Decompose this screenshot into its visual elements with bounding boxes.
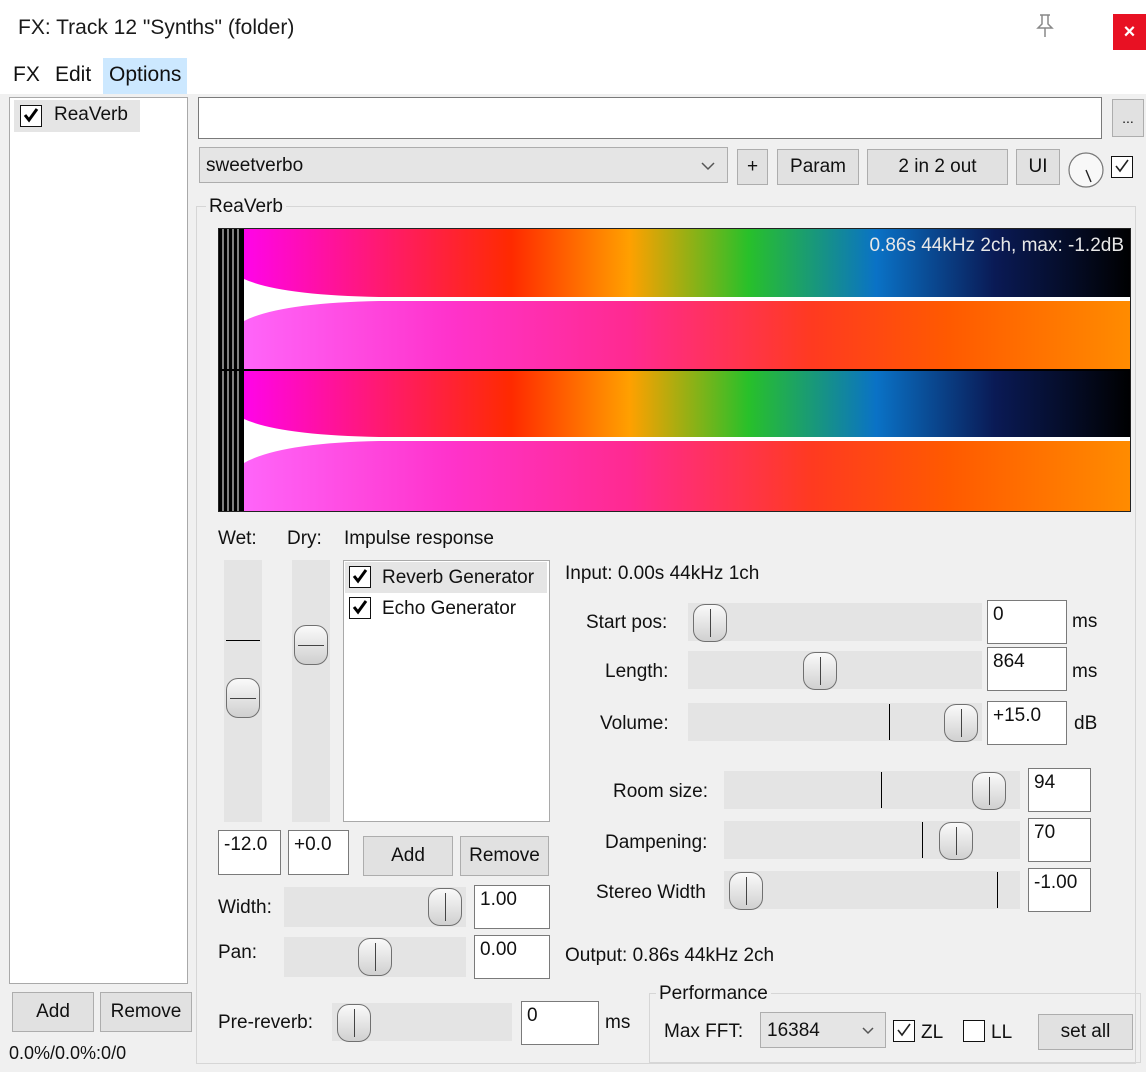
zl-label: ZL	[921, 1022, 944, 1043]
length-slider-thumb[interactable]	[803, 652, 837, 690]
channel-divider	[219, 369, 1130, 371]
checkmark-icon	[23, 108, 39, 123]
start-pos-slider-thumb[interactable]	[693, 604, 727, 642]
io-routing-button[interactable]: 2 in 2 out	[867, 149, 1008, 185]
chevron-down-icon	[861, 1023, 875, 1041]
start-pos-value-field[interactable]: 0	[987, 600, 1067, 644]
reverb-generator-checkbox[interactable]	[349, 566, 371, 588]
pan-slider-thumb[interactable]	[358, 938, 392, 976]
ll-checkbox[interactable]	[963, 1020, 985, 1042]
width-slider-thumb[interactable]	[428, 888, 462, 926]
start-pos-slider[interactable]	[688, 603, 982, 641]
add-preset-button[interactable]: +	[737, 149, 768, 185]
length-label: Length:	[605, 661, 669, 682]
window-title: FX: Track 12 "Synths" (folder)	[18, 16, 295, 39]
stereo-width-slider-tick	[997, 872, 998, 908]
length-value-field[interactable]: 864	[987, 647, 1067, 691]
plugin-name: ReaVerb	[206, 196, 286, 218]
menu-edit[interactable]: Edit	[49, 58, 97, 94]
width-label: Width:	[218, 897, 272, 918]
room-size-slider-thumb[interactable]	[972, 772, 1006, 810]
fx-chain-list[interactable]	[9, 97, 188, 984]
ir-info: 0.86s 44kHz 2ch, max: -1.2dB	[869, 235, 1124, 256]
volume-slider[interactable]	[688, 703, 982, 741]
knob-icon	[1068, 152, 1104, 188]
stereo-width-slider[interactable]	[724, 871, 1020, 909]
dry-label: Dry:	[287, 528, 322, 549]
dampening-value-field[interactable]: 70	[1028, 818, 1091, 862]
room-size-label: Room size:	[613, 781, 709, 802]
input-info: Input: 0.00s 44kHz 1ch	[565, 563, 760, 584]
ir-add-button[interactable]: Add	[363, 836, 453, 876]
fx-remove-button[interactable]: Remove	[100, 992, 192, 1032]
dry-value-field[interactable]: +0.0	[288, 830, 349, 875]
dampening-slider[interactable]	[724, 821, 1020, 859]
menu-options[interactable]: Options	[103, 58, 188, 94]
wet-knob[interactable]	[1066, 150, 1106, 190]
echo-generator-checkbox[interactable]	[349, 597, 371, 619]
fx-enable-checkbox[interactable]	[20, 105, 42, 127]
chevron-down-icon	[700, 158, 716, 176]
room-size-value-field[interactable]: 94	[1028, 768, 1091, 812]
volume-unit: dB	[1074, 713, 1098, 734]
wet-value-field[interactable]: -12.0	[218, 830, 281, 875]
volume-label: Volume:	[600, 713, 669, 734]
impulse-label: Impulse response	[344, 528, 494, 549]
zl-checkbox[interactable]	[893, 1020, 915, 1042]
wet-label: Wet:	[218, 528, 257, 549]
checkmark-icon	[352, 569, 368, 584]
dampening-slider-thumb[interactable]	[939, 822, 973, 860]
stereo-width-label: Stereo Width	[596, 882, 706, 903]
echo-generator-label: Echo Generator	[382, 598, 517, 619]
max-fft-label: Max FFT:	[664, 1021, 744, 1042]
volume-slider-tick	[889, 704, 890, 740]
reverb-generator-label: Reverb Generator	[382, 567, 535, 588]
dry-slider-thumb[interactable]	[294, 625, 328, 665]
width-value-field[interactable]: 1.00	[474, 885, 550, 929]
output-info: Output: 0.86s 44kHz 2ch	[565, 945, 775, 966]
dampening-slider-tick	[922, 822, 923, 858]
volume-value-field[interactable]: +15.0	[987, 701, 1067, 745]
cpu-status: 0.0%/0.0%:0/0	[9, 1043, 127, 1063]
preset-name: sweetverbo	[206, 155, 304, 176]
ui-button[interactable]: UI	[1016, 149, 1060, 185]
pre-reverb-value-field[interactable]: 0	[521, 1001, 599, 1045]
ir-spectrogram: 0.86s 44kHz 2ch, max: -1.2dB	[218, 228, 1131, 512]
pre-reverb-unit: ms	[605, 1012, 631, 1033]
pre-reverb-slider-thumb[interactable]	[337, 1004, 371, 1042]
stereo-width-value-field[interactable]: -1.00	[1028, 868, 1091, 912]
start-pos-unit: ms	[1072, 611, 1098, 632]
set-all-button[interactable]: set all	[1038, 1014, 1133, 1050]
ir-remove-button[interactable]: Remove	[460, 836, 549, 876]
dry-slider[interactable]	[292, 560, 330, 822]
start-pos-label: Start pos:	[586, 612, 668, 633]
checkmark-icon	[1115, 159, 1129, 173]
ll-label: LL	[991, 1022, 1013, 1043]
spectrogram-channel-right	[219, 371, 1130, 511]
pin-icon[interactable]	[1034, 13, 1056, 39]
wet-slider-tick	[226, 640, 260, 641]
max-fft-value: 16384	[767, 1020, 820, 1041]
fx-add-button[interactable]: Add	[12, 992, 94, 1032]
performance-label: Performance	[656, 983, 771, 1005]
more-button[interactable]: ...	[1112, 99, 1144, 137]
fx-name-field[interactable]	[198, 97, 1102, 139]
checkmark-icon	[897, 1023, 911, 1037]
param-button[interactable]: Param	[777, 149, 859, 185]
close-button[interactable]: ×	[1113, 14, 1146, 50]
room-size-slider-tick	[881, 772, 882, 808]
pre-reverb-label: Pre-reverb:	[218, 1012, 314, 1033]
dampening-label: Dampening:	[605, 832, 708, 853]
pan-label: Pan:	[218, 942, 258, 963]
bypass-checkbox[interactable]	[1111, 156, 1133, 178]
wet-slider-thumb[interactable]	[226, 678, 260, 718]
pan-value-field[interactable]: 0.00	[474, 935, 550, 979]
menu-fx[interactable]: FX	[7, 58, 46, 94]
checkmark-icon	[352, 600, 368, 615]
stereo-width-slider-thumb[interactable]	[729, 872, 763, 910]
fx-item-name: ReaVerb	[54, 104, 128, 125]
length-unit: ms	[1072, 661, 1098, 682]
volume-slider-thumb[interactable]	[944, 704, 978, 742]
